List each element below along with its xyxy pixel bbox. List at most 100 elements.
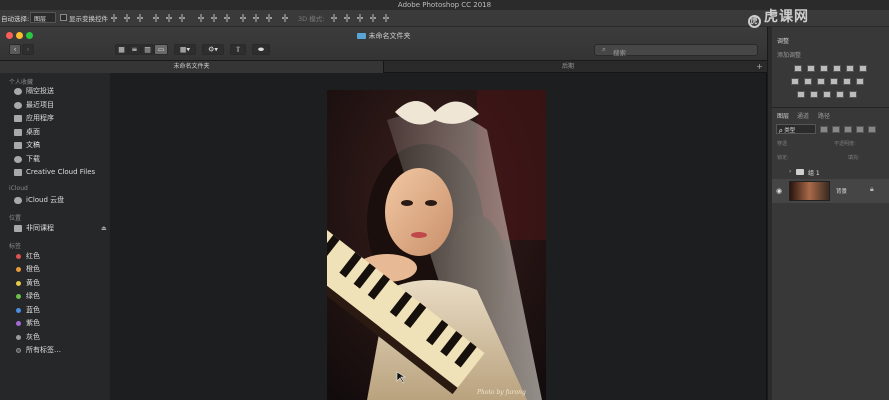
tag-green[interactable]: 绿色 [14, 291, 110, 302]
column-view-button[interactable]: ▥ [141, 44, 154, 55]
forward-button[interactable]: › [22, 44, 34, 55]
action-button[interactable]: ⚙▾ [202, 44, 224, 55]
distribute-left-icon[interactable] [239, 14, 247, 22]
invert-icon[interactable] [797, 91, 805, 98]
sidebar-item-desktop[interactable]: 桌面 [14, 127, 110, 138]
sidebar-item-icloud-drive[interactable]: iCloud 云盘 [14, 195, 110, 206]
icon-view-button[interactable]: ▦ [115, 44, 128, 55]
layers-tab[interactable]: 图层 [777, 111, 789, 120]
sidebar-item-creative-cloud[interactable]: Creative Cloud Files [14, 167, 110, 178]
sidebar-item-applications[interactable]: 应用程序 [14, 113, 110, 124]
show-transform-checkbox[interactable] [60, 14, 67, 21]
auto-align-icon[interactable] [281, 14, 289, 22]
tab-unnamed-folder[interactable]: 未命名文件夹 [0, 61, 384, 73]
layer-select-dropdown[interactable]: 图层 [30, 12, 56, 23]
align-left-icon[interactable] [152, 14, 160, 22]
group-grid-icon: ▦▾ [179, 45, 191, 53]
search-field[interactable]: ⌕ 搜索 [594, 44, 758, 57]
photo-preview[interactable]: Photo by furong [327, 90, 546, 400]
filter-shape-icon[interactable] [856, 126, 864, 133]
levels-icon[interactable] [807, 65, 815, 72]
paths-tab[interactable]: 路径 [818, 111, 830, 120]
tag-red[interactable]: 红色 [14, 251, 110, 262]
tag-gray-dot [16, 335, 21, 340]
roll-3d-icon[interactable] [343, 14, 351, 22]
filter-pixel-icon[interactable] [820, 126, 828, 133]
adjustments-tab[interactable]: 调整 [777, 36, 789, 45]
disk-icon [14, 225, 22, 232]
brightness-contrast-icon[interactable] [794, 65, 802, 72]
show-transform-label: 显示变换控件 [69, 15, 108, 23]
group-by-button[interactable]: ▦▾ [174, 44, 196, 55]
distribute-hcenter-icon[interactable] [252, 14, 260, 22]
tag-blue[interactable]: 蓝色 [14, 305, 110, 316]
pan-3d-icon[interactable] [356, 14, 364, 22]
tag-red-dot [16, 254, 21, 259]
scale-3d-icon[interactable] [382, 14, 390, 22]
gear-icon: ⚙▾ [208, 45, 218, 53]
gradient-map-icon[interactable] [836, 91, 844, 98]
distribute-bottom-icon[interactable] [223, 14, 231, 22]
sidebar-item-disk[interactable]: 非同课程 ⏏ [14, 223, 110, 234]
color-balance-icon[interactable] [804, 78, 812, 85]
layer-row-group[interactable]: › 组 1 [772, 166, 889, 179]
document-icon [14, 142, 22, 149]
tag-button[interactable]: ⬬ [252, 44, 270, 55]
opacity-label: 不透明度: [834, 141, 856, 147]
share-button[interactable]: ⇪ [230, 44, 246, 55]
exposure-icon[interactable] [833, 65, 841, 72]
channels-tab[interactable]: 通道 [797, 111, 809, 120]
filter-type-icon[interactable] [844, 126, 852, 133]
align-hcenter-icon[interactable] [165, 14, 173, 22]
disclosure-triangle-icon[interactable]: › [789, 168, 791, 175]
orbit-3d-icon[interactable] [330, 14, 338, 22]
eject-icon[interactable]: ⏏ [101, 223, 107, 234]
tag-purple[interactable]: 紫色 [14, 318, 110, 329]
layer-row-background[interactable]: ◉ 背景 🔒︎ [772, 179, 889, 203]
add-adjustment-label: 添加调整 [777, 52, 802, 59]
tag-gray[interactable]: 灰色 [14, 332, 110, 343]
eye-icon[interactable]: ◉ [776, 187, 782, 195]
align-top-icon[interactable] [110, 14, 118, 22]
align-vcenter-icon[interactable] [123, 14, 131, 22]
list-icon: ≡ [131, 45, 138, 53]
selective-color-icon[interactable] [849, 91, 857, 98]
slide-3d-icon[interactable] [369, 14, 377, 22]
distribute-top-icon[interactable] [197, 14, 205, 22]
tab-post-production[interactable]: 后期 [384, 61, 752, 73]
align-bottom-icon[interactable] [136, 14, 144, 22]
photo-filter-icon[interactable] [830, 78, 838, 85]
channel-mixer-icon[interactable] [843, 78, 851, 85]
blend-mode-dropdown[interactable]: 穿透 [777, 140, 787, 147]
threshold-icon[interactable] [823, 91, 831, 98]
align-right-icon[interactable] [178, 14, 186, 22]
tag-orange[interactable]: 橙色 [14, 264, 110, 275]
list-view-button[interactable]: ≡ [128, 44, 141, 55]
new-tab-button[interactable]: + [752, 61, 767, 73]
tag-yellow[interactable]: 黄色 [14, 278, 110, 289]
sidebar-item-documents[interactable]: 文稿 [14, 140, 110, 151]
hue-saturation-icon[interactable] [791, 78, 799, 85]
vibrance-icon[interactable] [846, 65, 854, 72]
photo-caption: Photo by furong [476, 389, 526, 396]
distribute-vcenter-icon[interactable] [210, 14, 218, 22]
posterize-icon[interactable] [810, 91, 818, 98]
tag-all[interactable]: 所有标签… [14, 345, 110, 356]
black-white-icon[interactable] [817, 78, 825, 85]
sidebar-item-recents[interactable]: 最近项目 [14, 100, 110, 111]
sidebar-item-downloads[interactable]: 下载 [14, 154, 110, 165]
gallery-view-button[interactable]: ▭ [154, 44, 168, 55]
filter-adjustment-icon[interactable] [832, 126, 840, 133]
curves-icon[interactable] [820, 65, 828, 72]
filter-smart-icon[interactable] [868, 126, 876, 133]
sidebar-item-airdrop[interactable]: 隔空投送 [14, 86, 110, 97]
distribute-right-icon[interactable] [265, 14, 273, 22]
favorites-header: 个人收藏 [9, 79, 34, 86]
color-lookup-icon[interactable] [856, 78, 864, 85]
hue-triangle-icon[interactable] [859, 65, 867, 72]
chevron-right-icon: › [26, 45, 30, 53]
search-placeholder: 搜索 [613, 49, 626, 57]
kind-filter-dropdown[interactable]: ρ 类型 [776, 124, 816, 134]
back-button[interactable]: ‹ [9, 44, 21, 55]
columns-icon: ▥ [144, 45, 151, 53]
